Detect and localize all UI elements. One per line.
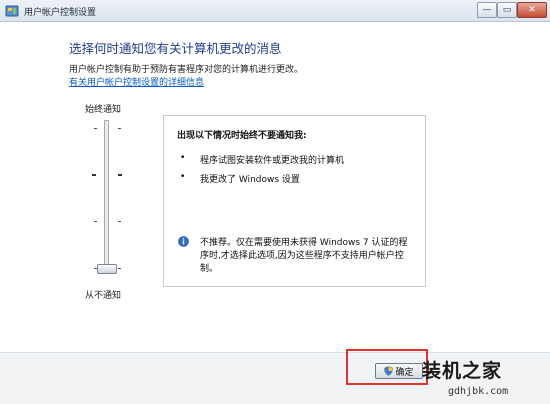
info-icon [178, 236, 189, 247]
slider-tick [118, 268, 121, 269]
page-heading: 选择何时通知您有关计算机更改的消息 [69, 41, 282, 56]
slider-tick [92, 174, 96, 176]
slider-label-never-notify: 从不通知 [85, 291, 122, 301]
list-item: 程序试图安装软件或更改我的计算机 [200, 156, 345, 166]
watermark-title: 装机之家 [422, 360, 503, 382]
minimize-button[interactable]: — [477, 2, 497, 18]
bullet-icon: • [180, 153, 186, 163]
ok-button-label: 确定 [395, 367, 414, 378]
slider-tick [118, 174, 122, 176]
bullet-icon: • [180, 172, 186, 182]
slider-track[interactable] [104, 120, 109, 270]
close-icon: ✕ [528, 5, 536, 15]
slider-tick [118, 128, 121, 129]
slider-label-always-notify: 始终通知 [85, 105, 122, 115]
window-title: 用户帐户控制设置 [24, 8, 97, 18]
maximize-icon: ▭ [502, 5, 512, 15]
page-description: 用户帐户控制有助于预防有害程序对您的计算机进行更改。 [69, 65, 304, 75]
slider-tick [94, 128, 97, 129]
level-description-panel: 出现以下情况时始终不要通知我: • 程序试图安装软件或更改我的计算机 • 我更改… [163, 115, 426, 287]
panel-title: 出现以下情况时始终不要通知我: [177, 131, 307, 141]
slider-tick [118, 221, 121, 222]
watermark-url: gdhjbk.com [448, 386, 509, 397]
control-panel-icon [5, 5, 19, 17]
warning-note: 不推荐。仅在需要使用未获得 Windows 7 认证的程序时,才选择此选项,因为… [200, 238, 408, 274]
title-bar: 用户帐户控制设置 — ▭ ✕ [0, 0, 550, 22]
uac-details-link[interactable]: 有关用户帐户控制设置的详细信息 [69, 75, 204, 88]
slider-tick [94, 221, 97, 222]
uac-shield-icon [384, 366, 394, 376]
slider-thumb[interactable] [97, 264, 117, 274]
minimize-icon: — [482, 5, 492, 15]
list-item: 我更改了 Windows 设置 [200, 175, 300, 185]
maximize-button[interactable]: ▭ [497, 2, 517, 18]
ok-button[interactable]: 确定 [375, 363, 423, 379]
close-button[interactable]: ✕ [517, 2, 547, 18]
